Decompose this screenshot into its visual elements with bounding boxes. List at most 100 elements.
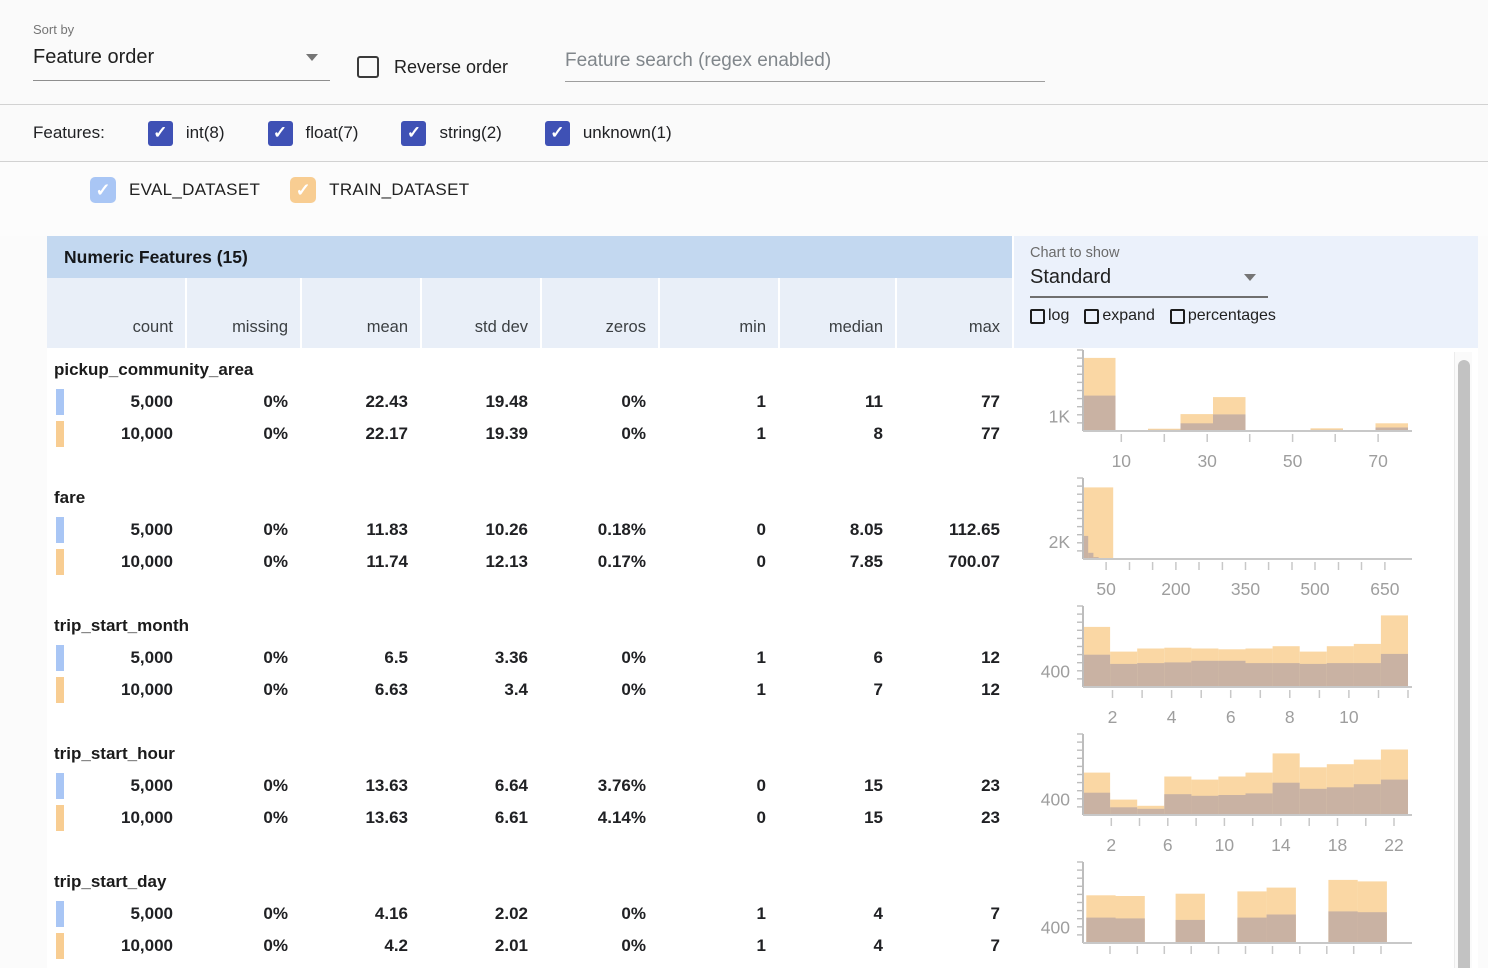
sort-by-value: Feature order bbox=[33, 46, 154, 69]
stat-cell: 10,000 bbox=[47, 418, 185, 450]
x-axis-label: 2 bbox=[1108, 707, 1118, 727]
histogram-chart: 400 bbox=[1012, 860, 1476, 968]
stats-header-row: count missing mean std dev zeros min med… bbox=[47, 278, 1012, 348]
feature-name: trip_start_day bbox=[47, 869, 1012, 898]
histogram-chart: 400246810 bbox=[1012, 604, 1476, 730]
stats-row-eval: 5,0000%22.4319.480%11177 bbox=[47, 386, 1012, 418]
stat-cell: 7 bbox=[778, 674, 895, 706]
numeric-features-table: Numeric Features (15) count missing mean… bbox=[47, 236, 1478, 968]
reverse-order-control: Reverse order bbox=[357, 56, 508, 78]
stat-cell: 5,000 bbox=[47, 642, 185, 674]
stat-cell: 0% bbox=[185, 546, 300, 578]
stats-row-train: 10,0000%4.22.010%147 bbox=[47, 930, 1012, 962]
x-axis-label: 22 bbox=[1384, 835, 1403, 855]
string-checkbox[interactable]: ✓ bbox=[401, 121, 426, 146]
chevron-down-icon bbox=[306, 54, 318, 61]
percentages-option[interactable]: percentages bbox=[1170, 307, 1276, 325]
eval-color-chip bbox=[56, 517, 64, 543]
type-filter-int[interactable]: ✓ int(8) bbox=[148, 121, 225, 146]
feature-block-trip_start_month: trip_start_month5,0000%6.53.360%161210,0… bbox=[47, 604, 1478, 732]
datasets-legend: ✓ EVAL_DATASET ✓ TRAIN_DATASET bbox=[0, 162, 1488, 236]
stat-cell: 5,000 bbox=[47, 514, 185, 546]
stat-cell: 6.5 bbox=[300, 642, 420, 674]
unknown-checkbox[interactable]: ✓ bbox=[545, 121, 570, 146]
chart-to-show-label: Chart to show bbox=[1030, 245, 1478, 261]
stat-cell: 3.76% bbox=[540, 770, 658, 802]
eval-color-chip bbox=[56, 645, 64, 671]
stat-cell: 0 bbox=[658, 802, 778, 834]
stat-cell: 0% bbox=[185, 642, 300, 674]
x-axis-label: 30 bbox=[1197, 451, 1217, 471]
col-count: count bbox=[47, 278, 185, 348]
stat-cell: 0% bbox=[185, 802, 300, 834]
dataset-train-toggle[interactable]: ✓ TRAIN_DATASET bbox=[290, 177, 469, 203]
sort-by-dropdown[interactable]: Sort by Feature order bbox=[33, 22, 330, 81]
stat-cell: 10,000 bbox=[47, 546, 185, 578]
sort-underline bbox=[33, 80, 330, 81]
feature-histogram: 400246810 bbox=[1012, 604, 1478, 732]
stat-cell: 77 bbox=[895, 418, 1012, 450]
stat-cell: 22.17 bbox=[300, 418, 420, 450]
stat-cell: 0% bbox=[540, 418, 658, 450]
train-color-chip bbox=[56, 549, 64, 575]
x-axis-label: 350 bbox=[1231, 579, 1260, 599]
stat-cell: 0% bbox=[540, 386, 658, 418]
stats-row-eval: 5,0000%6.53.360%1612 bbox=[47, 642, 1012, 674]
log-checkbox[interactable] bbox=[1030, 309, 1045, 324]
percentages-checkbox[interactable] bbox=[1170, 309, 1185, 324]
stat-cell: 5,000 bbox=[47, 898, 185, 930]
expand-option[interactable]: expand bbox=[1084, 307, 1155, 325]
stats-row-train: 10,0000%11.7412.130.17%07.85700.07 bbox=[47, 546, 1012, 578]
scrollbar-thumb[interactable] bbox=[1458, 360, 1470, 968]
search-input[interactable] bbox=[565, 50, 1045, 82]
stat-cell: 112.65 bbox=[895, 514, 1012, 546]
stat-cell: 7.85 bbox=[778, 546, 895, 578]
dataset-eval-toggle[interactable]: ✓ EVAL_DATASET bbox=[90, 177, 260, 203]
stat-cell: 700.07 bbox=[895, 546, 1012, 578]
float-checkbox[interactable]: ✓ bbox=[268, 121, 293, 146]
x-axis-label: 14 bbox=[1271, 835, 1291, 855]
train-dataset-checkbox[interactable]: ✓ bbox=[290, 177, 316, 203]
stat-cell: 0% bbox=[185, 770, 300, 802]
stat-cell: 4.2 bbox=[300, 930, 420, 962]
type-filter-string[interactable]: ✓ string(2) bbox=[401, 121, 501, 146]
reverse-order-checkbox[interactable] bbox=[357, 56, 379, 78]
stat-cell: 8 bbox=[778, 418, 895, 450]
log-option[interactable]: log bbox=[1030, 307, 1069, 325]
stat-cell: 1 bbox=[658, 386, 778, 418]
type-filter-unknown[interactable]: ✓ unknown(1) bbox=[545, 121, 672, 146]
stat-cell: 4.14% bbox=[540, 802, 658, 834]
toolbar: Sort by Feature order Reverse order bbox=[0, 0, 1488, 104]
col-missing: missing bbox=[185, 278, 300, 348]
stat-cell: 7 bbox=[895, 930, 1012, 962]
int-checkbox[interactable]: ✓ bbox=[148, 121, 173, 146]
stat-cell: 6 bbox=[778, 642, 895, 674]
train-color-chip bbox=[56, 805, 64, 831]
eval-dataset-checkbox[interactable]: ✓ bbox=[90, 177, 116, 203]
stat-cell: 0 bbox=[658, 546, 778, 578]
y-axis-label: 400 bbox=[1041, 918, 1070, 938]
table-title: Numeric Features (15) bbox=[47, 236, 1012, 278]
stat-cell: 0% bbox=[540, 642, 658, 674]
x-axis-label: 50 bbox=[1096, 579, 1116, 599]
stat-cell: 10,000 bbox=[47, 802, 185, 834]
col-stddev: std dev bbox=[420, 278, 540, 348]
stat-cell: 0% bbox=[185, 386, 300, 418]
sort-by-label: Sort by bbox=[33, 22, 330, 37]
stat-cell: 11.83 bbox=[300, 514, 420, 546]
stat-cell: 1 bbox=[658, 418, 778, 450]
stat-cell: 0% bbox=[540, 898, 658, 930]
feature-histogram: 400 bbox=[1012, 860, 1478, 968]
col-mean: mean bbox=[300, 278, 420, 348]
type-filter-float[interactable]: ✓ float(7) bbox=[268, 121, 359, 146]
chart-type-dropdown[interactable]: Standard bbox=[1030, 266, 1268, 298]
col-zeros: zeros bbox=[540, 278, 658, 348]
stat-cell: 5,000 bbox=[47, 770, 185, 802]
expand-checkbox[interactable] bbox=[1084, 309, 1099, 324]
feature-name: pickup_community_area bbox=[47, 357, 1012, 386]
stats-row-train: 10,0000%13.636.614.14%01523 bbox=[47, 802, 1012, 834]
stats-row-eval: 5,0000%4.162.020%147 bbox=[47, 898, 1012, 930]
x-axis-label: 18 bbox=[1328, 835, 1347, 855]
stat-cell: 2.02 bbox=[420, 898, 540, 930]
x-axis-label: 500 bbox=[1300, 579, 1329, 599]
